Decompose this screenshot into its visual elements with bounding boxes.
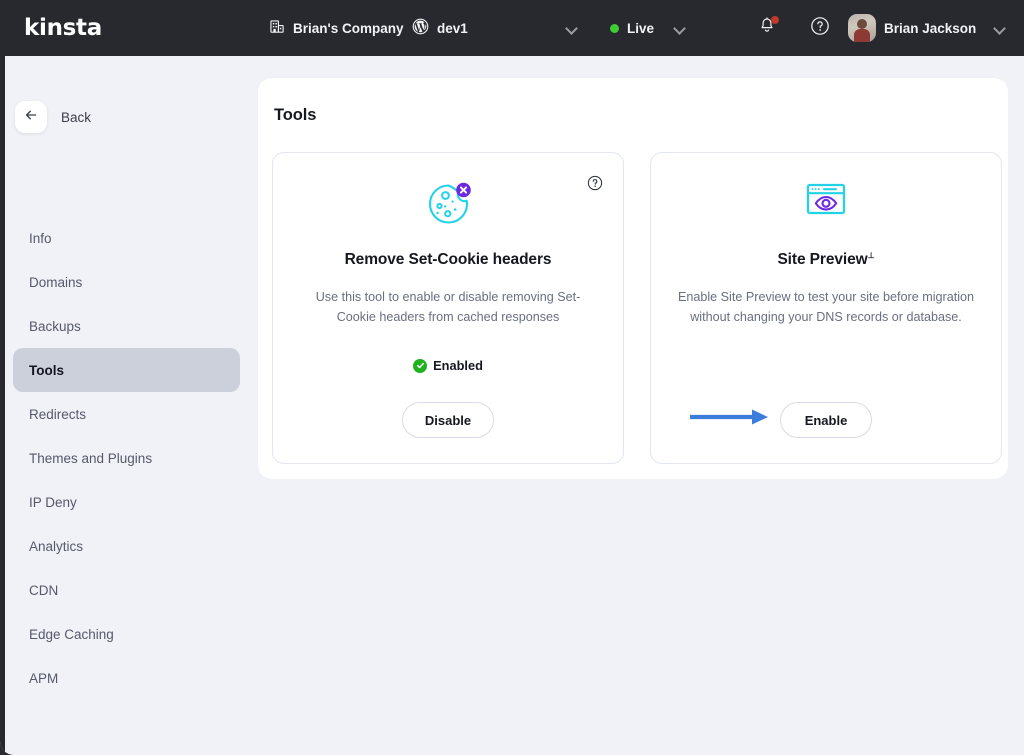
notification-badge	[771, 16, 779, 24]
sidebar-item-label: Info	[29, 230, 52, 246]
back-label: Back	[61, 109, 92, 125]
environment-selector[interactable]: Live	[610, 21, 654, 36]
sidebar-item-redirects[interactable]: Redirects	[13, 392, 240, 436]
sidebar-nav-list: Info Domains Backups Tools Redirects The…	[13, 216, 240, 700]
tools-panel: Tools Remove Set-Cookie headers Use this…	[258, 78, 1008, 479]
help-button[interactable]	[806, 14, 834, 42]
cookie-blocked-icon	[273, 179, 623, 229]
user-chevron-down-icon[interactable]	[994, 22, 1006, 34]
kinsta-logo[interactable]: kinsta	[24, 15, 102, 41]
disable-button[interactable]: Disable	[401, 402, 495, 438]
sidebar-item-info[interactable]: Info	[13, 216, 240, 260]
sidebar-item-label: Tools	[29, 362, 64, 378]
user-name: Brian Jackson	[884, 20, 977, 36]
card-action-row: Enable	[651, 402, 1001, 438]
sidebar-item-label: CDN	[29, 582, 59, 598]
environment-chevron-down-icon[interactable]	[674, 22, 686, 34]
card-site-preview: Site Preview⊥ Enable Site Preview to tes…	[650, 152, 1002, 464]
company-selector[interactable]: Brian's Company	[270, 19, 404, 37]
question-circle-icon	[810, 16, 830, 41]
sidebar-item-label: Themes and Plugins	[29, 450, 153, 466]
user-avatar	[848, 14, 876, 42]
status-label: Enabled	[433, 358, 483, 373]
sidebar-item-label: Edge Caching	[29, 626, 114, 642]
sidebar-item-label: APM	[29, 670, 59, 686]
company-name: Brian's Company	[293, 20, 404, 36]
check-circle-icon	[413, 358, 428, 373]
site-chevron-down-icon[interactable]	[566, 22, 578, 34]
sidebar-item-domains[interactable]: Domains	[13, 260, 240, 304]
kinsta-dashboard: kinsta Brian's Company dev1 Live Brian J…	[0, 0, 1024, 755]
back-navigation[interactable]: Back	[15, 101, 91, 133]
sidebar-item-analytics[interactable]: Analytics	[13, 524, 240, 568]
sidebar-item-tools[interactable]: Tools	[13, 348, 240, 392]
sidebar-item-label: Redirects	[29, 406, 87, 422]
notifications-button[interactable]	[753, 14, 781, 42]
card-title: Site Preview⊥	[651, 251, 1001, 269]
sidebar-item-backups[interactable]: Backups	[13, 304, 240, 348]
back-button[interactable]	[15, 101, 47, 133]
environment-status-dot	[610, 23, 619, 33]
card-description: Use this tool to enable or disable remov…	[315, 290, 581, 324]
sidebar-item-label: Analytics	[29, 538, 84, 554]
card-title-text: Site Preview	[777, 251, 868, 269]
card-description: Enable Site Preview to test your site be…	[677, 290, 975, 324]
site-name: dev1	[437, 20, 468, 36]
card-title: Remove Set-Cookie headers	[344, 251, 552, 268]
wordpress-icon	[412, 18, 429, 38]
card-action-row: Disable	[273, 402, 623, 438]
environment-label: Live	[627, 20, 655, 36]
sidebar-item-ip-deny[interactable]: IP Deny	[13, 480, 240, 524]
arrow-left-icon	[23, 107, 39, 128]
building-icon	[270, 19, 285, 37]
sidebar-item-label: Backups	[29, 318, 81, 334]
enable-button[interactable]: Enable	[780, 402, 872, 438]
site-selector[interactable]: dev1	[412, 18, 468, 38]
browser-eye-icon	[651, 179, 1001, 223]
sidebar-item-themes-and-plugins[interactable]: Themes and Plugins	[13, 436, 240, 480]
sidebar: Back Info Domains Backups Tools Redirect…	[5, 56, 248, 755]
card-remove-set-cookie-headers: Remove Set-Cookie headers Use this tool …	[272, 152, 624, 464]
sidebar-item-label: Domains	[29, 274, 83, 290]
sidebar-item-edge-caching[interactable]: Edge Caching	[13, 612, 240, 656]
sidebar-item-apm[interactable]: APM	[13, 656, 240, 700]
card-title-superscript: ⊥	[867, 251, 875, 260]
top-navigation-bar: kinsta Brian's Company dev1 Live Brian J…	[0, 0, 1024, 56]
status-badge: Enabled	[273, 358, 623, 373]
sidebar-item-label: IP Deny	[29, 494, 77, 510]
sidebar-item-cdn[interactable]: CDN	[13, 568, 240, 612]
page-title: Tools	[274, 106, 317, 124]
user-menu[interactable]: Brian Jackson	[848, 14, 1006, 42]
